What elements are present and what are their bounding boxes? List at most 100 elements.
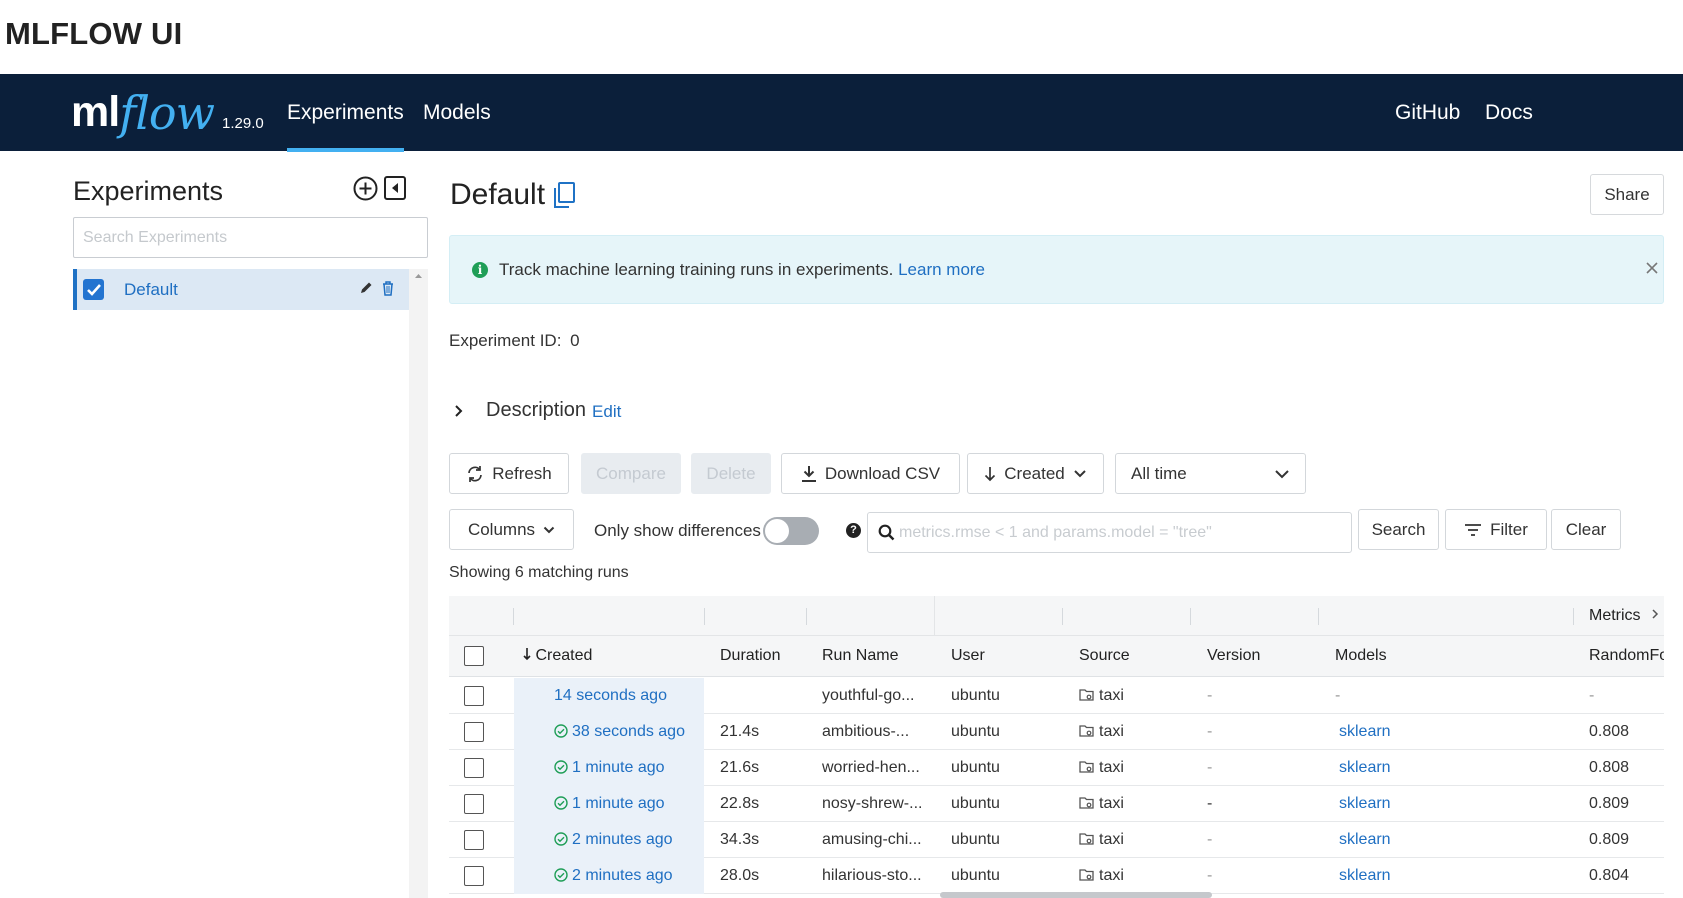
experiment-checkbox[interactable] — [83, 279, 104, 300]
sidebar-scrollbar[interactable] — [409, 269, 428, 898]
source-project-icon — [1079, 869, 1094, 881]
run-name[interactable]: worried-hen... — [822, 759, 920, 777]
run-source[interactable]: taxi — [1079, 759, 1124, 777]
columns-dropdown[interactable]: Columns — [449, 509, 574, 550]
run-name[interactable]: ambitious-... — [822, 723, 909, 741]
run-created-link[interactable]: 2 minutes ago — [554, 867, 673, 885]
select-all-checkbox[interactable] — [464, 646, 484, 666]
chevron-right-icon[interactable] — [1651, 608, 1659, 620]
run-source[interactable]: taxi — [1079, 795, 1124, 813]
run-created-text: 1 minute ago — [572, 759, 665, 776]
compare-button[interactable]: Compare — [581, 453, 681, 494]
edit-icon[interactable] — [359, 281, 373, 295]
experiment-title: Default — [450, 178, 576, 212]
experiment-actions — [359, 279, 395, 297]
experiment-id-value: 0 — [570, 331, 580, 350]
run-name[interactable]: amusing-chi... — [822, 831, 922, 849]
description-row[interactable]: Description Edit — [449, 399, 621, 422]
search-runs-box[interactable] — [867, 512, 1352, 553]
logo-flow-text: flow — [119, 86, 215, 140]
download-csv-button[interactable]: Download CSV — [781, 453, 960, 494]
download-icon — [801, 465, 816, 482]
run-models-link[interactable]: sklearn — [1339, 723, 1391, 741]
filter-button[interactable]: Filter — [1445, 509, 1547, 550]
run-source[interactable]: taxi — [1079, 723, 1124, 741]
search-runs-input[interactable] — [899, 522, 1339, 544]
run-source[interactable]: taxi — [1079, 687, 1124, 705]
refresh-button[interactable]: Refresh — [449, 453, 569, 494]
run-source[interactable]: taxi — [1079, 867, 1124, 885]
table-horizontal-scrollbar[interactable] — [940, 892, 1212, 898]
close-icon[interactable] — [1645, 258, 1659, 281]
copy-icon[interactable] — [553, 182, 576, 208]
table-row[interactable]: 1 minute ago 21.6s worried-hen... ubuntu… — [449, 750, 1664, 786]
run-models-link[interactable]: sklearn — [1339, 759, 1391, 777]
row-checkbox[interactable] — [464, 794, 484, 814]
column-header-duration[interactable]: Duration — [720, 647, 780, 665]
column-header-user[interactable]: User — [951, 647, 985, 665]
table-row[interactable]: 1 minute ago 22.8s nosy-shrew-... ubuntu… — [449, 786, 1664, 822]
run-created-link[interactable]: 2 minutes ago — [554, 831, 673, 849]
only-show-differences-toggle[interactable] — [763, 517, 819, 545]
metrics-group-header[interactable]: Metrics — [1589, 607, 1659, 625]
search-button[interactable]: Search — [1358, 509, 1439, 550]
add-circle-icon[interactable] — [353, 176, 378, 206]
delete-button[interactable]: Delete — [691, 453, 771, 494]
chevron-down-icon — [543, 526, 555, 533]
experiment-view: Default Share i Track machine learning t… — [430, 151, 1683, 898]
table-row[interactable]: 2 minutes ago 34.3s amusing-chi... ubunt… — [449, 822, 1664, 858]
run-models-link[interactable]: sklearn — [1339, 867, 1391, 885]
search-experiments-input[interactable] — [73, 217, 428, 258]
run-created-link[interactable]: 38 seconds ago — [554, 723, 685, 741]
learn-more-link[interactable]: Learn more — [898, 260, 985, 279]
run-duration: 34.3s — [720, 831, 760, 848]
table-row[interactable]: 2 minutes ago 28.0s hilarious-sto... ubu… — [449, 858, 1664, 894]
download-csv-label: Download CSV — [824, 463, 941, 483]
experiment-id-label: Experiment ID: — [449, 331, 562, 350]
time-range-select[interactable]: All time — [1115, 453, 1306, 494]
run-source-text: taxi — [1099, 831, 1124, 848]
run-user: ubuntu — [951, 687, 1000, 704]
run-models-link[interactable]: sklearn — [1339, 831, 1391, 849]
run-created-link[interactable]: 1 minute ago — [554, 795, 665, 813]
run-user: ubuntu — [951, 867, 1000, 884]
column-header-created[interactable]: Created — [523, 647, 592, 665]
delete-icon[interactable] — [381, 280, 395, 296]
column-header-source[interactable]: Source — [1079, 647, 1130, 665]
run-name[interactable]: nosy-shrew-... — [822, 795, 922, 813]
nav-docs[interactable]: Docs — [1485, 101, 1533, 125]
column-header-randomforest-metric[interactable]: RandomFo — [1589, 647, 1664, 665]
run-metric: 0.809 — [1589, 831, 1630, 848]
row-checkbox[interactable] — [464, 722, 484, 742]
run-source[interactable]: taxi — [1079, 831, 1124, 849]
share-button[interactable]: Share — [1590, 174, 1664, 215]
nav-experiments[interactable]: Experiments — [287, 101, 404, 152]
source-project-icon — [1079, 689, 1094, 701]
nav-github[interactable]: GitHub — [1395, 101, 1460, 125]
row-checkbox[interactable] — [464, 758, 484, 778]
run-models-link[interactable]: sklearn — [1339, 795, 1391, 813]
scroll-up-icon[interactable] — [409, 270, 428, 282]
clear-button[interactable]: Clear — [1551, 509, 1621, 550]
experiment-item-default[interactable]: Default — [73, 269, 409, 310]
table-row[interactable]: 14 seconds ago youthful-go... ubuntu tax… — [449, 678, 1664, 714]
collapse-sidebar-icon[interactable] — [384, 176, 406, 205]
run-created-link[interactable]: 14 seconds ago — [554, 687, 667, 705]
help-icon[interactable]: ? — [846, 523, 861, 538]
row-checkbox[interactable] — [464, 866, 484, 886]
nav-models[interactable]: Models — [423, 101, 491, 125]
sort-dropdown[interactable]: Created — [967, 453, 1104, 494]
mlflow-logo[interactable]: ml flow 1.29.0 — [71, 82, 264, 142]
chevron-right-icon[interactable] — [454, 404, 464, 418]
column-header-run-name[interactable]: Run Name — [822, 647, 898, 665]
table-row[interactable]: 38 seconds ago 21.4s ambitious-... ubunt… — [449, 714, 1664, 750]
description-edit-link[interactable]: Edit — [592, 399, 621, 422]
run-name[interactable]: hilarious-sto... — [822, 867, 922, 885]
row-checkbox[interactable] — [464, 686, 484, 706]
run-metric: 0.804 — [1589, 867, 1630, 884]
column-header-models[interactable]: Models — [1335, 647, 1387, 665]
run-created-link[interactable]: 1 minute ago — [554, 759, 665, 777]
column-header-version[interactable]: Version — [1207, 647, 1260, 665]
row-checkbox[interactable] — [464, 830, 484, 850]
run-name[interactable]: youthful-go... — [822, 687, 915, 705]
